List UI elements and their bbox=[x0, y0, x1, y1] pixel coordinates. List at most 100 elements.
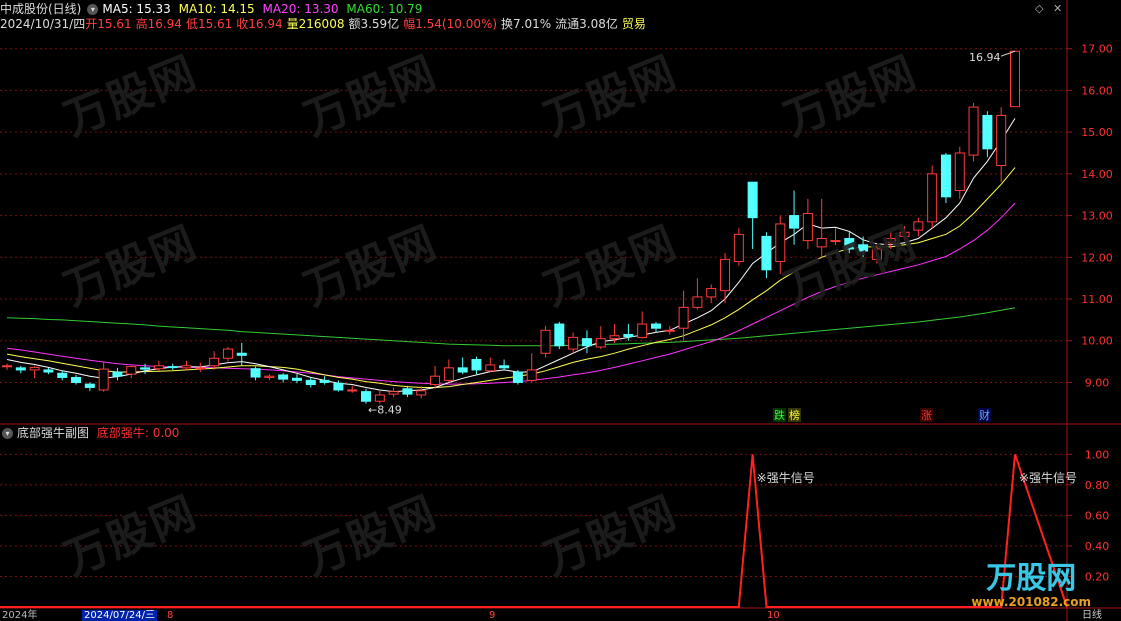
candle bbox=[637, 323, 648, 338]
sub-tick-label: 0.40 bbox=[1085, 540, 1110, 553]
candle bbox=[512, 371, 523, 383]
high-label: 16.94 bbox=[969, 51, 1001, 64]
candle bbox=[153, 365, 164, 370]
sub-header: ▾ 底部强牛副图 底部强牛: 0.00 bbox=[0, 425, 183, 441]
low-price: 低15.61 bbox=[185, 17, 233, 31]
period-label[interactable]: 日线 bbox=[1082, 610, 1102, 621]
candle bbox=[98, 368, 109, 391]
candle bbox=[858, 244, 869, 252]
candle bbox=[802, 212, 813, 242]
ma20-value: MA20: 13.30 bbox=[262, 2, 339, 16]
high-price: 高16.94 bbox=[135, 17, 182, 31]
close-icon[interactable]: ✕ bbox=[1053, 2, 1062, 15]
price-tick-label: 9.00 bbox=[1085, 376, 1110, 389]
candle bbox=[540, 329, 551, 354]
candle bbox=[595, 338, 606, 348]
candle bbox=[1010, 50, 1020, 108]
sub-title[interactable]: 底部强牛副图 bbox=[17, 426, 89, 440]
ma10-value: MA10: 14.15 bbox=[178, 2, 255, 16]
candle bbox=[871, 248, 882, 260]
candle bbox=[2, 365, 12, 368]
candle bbox=[236, 352, 247, 356]
candle bbox=[830, 240, 841, 243]
candle bbox=[374, 394, 385, 402]
candle bbox=[457, 367, 468, 373]
close-price: 收16.94 bbox=[236, 17, 283, 31]
candle bbox=[278, 374, 289, 380]
float-cap: 流通3.08亿 bbox=[555, 17, 618, 31]
date-current[interactable]: 2024/07/24/三 bbox=[82, 610, 158, 621]
quote-header: 2024/10/31/四开15.61 高16.94 低15.61 收16.94 量216… bbox=[0, 16, 650, 32]
ma60-value: MA60: 10.79 bbox=[346, 2, 423, 16]
price-tick-label: 13.00 bbox=[1081, 210, 1113, 223]
candle bbox=[568, 336, 579, 350]
candle bbox=[71, 376, 82, 383]
candle bbox=[84, 383, 95, 388]
logo-url: www.201082.com bbox=[971, 595, 1091, 609]
candle bbox=[195, 367, 206, 370]
price-tick-label: 17.00 bbox=[1081, 43, 1113, 56]
marker-die: 跌 bbox=[774, 408, 785, 422]
chevron-down-icon[interactable]: ▾ bbox=[2, 428, 13, 439]
candle bbox=[927, 173, 938, 223]
candle bbox=[250, 368, 261, 378]
candle bbox=[789, 215, 800, 229]
candle bbox=[816, 238, 827, 248]
sub-tick-label: 0.80 bbox=[1085, 479, 1110, 492]
signal-label: ※强牛信号 bbox=[757, 470, 815, 485]
ma20-line bbox=[6, 202, 1016, 385]
main-header: 中成股份(日线) ▾ MA5: 15.33 MA10: 14.15 MA20: 13… bbox=[0, 1, 426, 17]
candle bbox=[222, 348, 233, 359]
logo-text: 万股网 bbox=[986, 561, 1077, 596]
candle bbox=[968, 106, 979, 156]
ma60-line bbox=[6, 307, 1016, 347]
candle bbox=[112, 371, 123, 377]
marker-cai: 财 bbox=[979, 408, 990, 422]
candle bbox=[499, 365, 510, 369]
price-range: 幅1.54(10.00%) bbox=[403, 17, 498, 31]
candle bbox=[885, 238, 896, 244]
price-tick-label: 14.00 bbox=[1081, 168, 1113, 181]
chevron-down-icon[interactable]: ▾ bbox=[87, 4, 99, 15]
candle bbox=[209, 357, 220, 367]
candle bbox=[181, 365, 192, 369]
candle bbox=[347, 389, 358, 392]
signal-line bbox=[0, 453, 1068, 608]
candle bbox=[678, 306, 689, 329]
candle bbox=[996, 114, 1007, 167]
date-label-8: 8 bbox=[167, 610, 174, 621]
candle bbox=[913, 221, 924, 231]
diamond-icon[interactable]: ◇ bbox=[1035, 2, 1043, 15]
candle bbox=[319, 379, 330, 383]
candle bbox=[844, 238, 855, 250]
quote-date: 2024/10/31/四 bbox=[0, 17, 86, 31]
stock-title[interactable]: 中成股份(日线) bbox=[0, 2, 81, 16]
candle bbox=[650, 323, 661, 329]
candle bbox=[485, 364, 496, 372]
candle bbox=[720, 258, 731, 292]
price-tick-label: 15.00 bbox=[1081, 126, 1113, 139]
candle bbox=[167, 366, 178, 369]
candle bbox=[43, 369, 54, 373]
candle bbox=[430, 375, 441, 386]
price-tick-label: 12.00 bbox=[1081, 251, 1113, 264]
sub-value: 底部强牛: 0.00 bbox=[96, 426, 180, 440]
candle bbox=[609, 335, 620, 340]
candle bbox=[982, 114, 993, 150]
turnover: 换7.01% bbox=[501, 17, 552, 31]
sector[interactable]: 贸易 bbox=[622, 17, 646, 31]
candle bbox=[361, 391, 372, 402]
sub-tick-label: 1.00 bbox=[1085, 448, 1110, 461]
date-start: 2024年 bbox=[2, 610, 38, 621]
ma5-line bbox=[6, 118, 1016, 393]
candle bbox=[15, 367, 26, 371]
candle bbox=[940, 154, 951, 198]
price-tick-label: 16.00 bbox=[1081, 84, 1113, 97]
sub-tick-label: 0.60 bbox=[1085, 509, 1110, 522]
date-label-9: 9 bbox=[489, 610, 496, 621]
ma5-value: MA5: 15.33 bbox=[102, 2, 171, 16]
amount: 额3.59亿 bbox=[348, 17, 400, 31]
site-logo: 万股网 www.201082.com bbox=[971, 561, 1091, 610]
candle bbox=[526, 369, 537, 381]
chart-canvas: 17.00 16.00 15.00 14.00 13.00 12.00 11.00 10.00… bbox=[0, 0, 1121, 621]
